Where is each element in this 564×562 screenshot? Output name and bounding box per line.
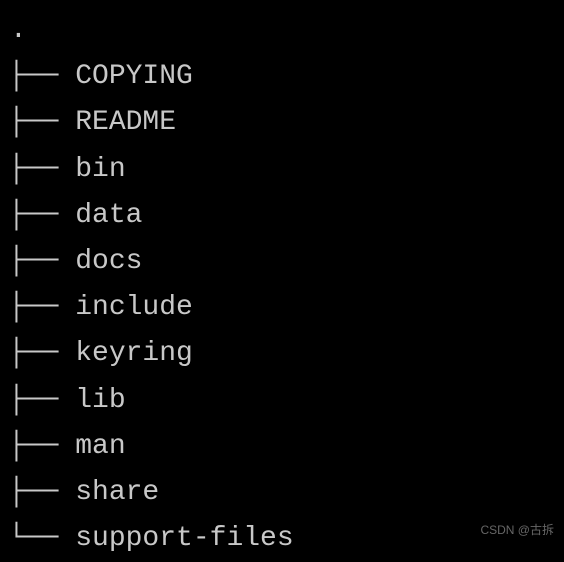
branch-mid-icon: ├── [8, 385, 75, 416]
branch-mid-icon: ├── [8, 338, 75, 369]
branch-mid-icon: ├── [8, 431, 75, 462]
tree-entry: ├── man [8, 424, 564, 470]
entry-name: keyring [75, 338, 193, 369]
entry-name: bin [75, 154, 125, 185]
branch-mid-icon: ├── [8, 107, 75, 138]
entry-name: lib [75, 385, 125, 416]
branch-mid-icon: ├── [8, 200, 75, 231]
tree-entry: ├── data [8, 193, 564, 239]
tree-entry: ├── docs [8, 239, 564, 285]
tree-entry: ├── keyring [8, 331, 564, 377]
branch-mid-icon: ├── [8, 61, 75, 92]
watermark: CSDN @古拆 [480, 521, 554, 538]
entry-name: include [75, 292, 193, 323]
branch-mid-icon: ├── [8, 154, 75, 185]
entry-name: support-files [75, 523, 293, 554]
entry-name: COPYING [75, 61, 193, 92]
tree-entry: ├── README [8, 100, 564, 146]
branch-last-icon: └── [8, 523, 75, 554]
entry-name: share [75, 477, 159, 508]
branch-mid-icon: ├── [8, 292, 75, 323]
entry-name: data [75, 200, 142, 231]
tree-entry: ├── COPYING [8, 54, 564, 100]
tree-entry: ├── lib [8, 378, 564, 424]
entry-name: docs [75, 246, 142, 277]
tree-output: . ├── COPYING├── README├── bin├── data├─… [8, 8, 564, 562]
entry-name: README [75, 107, 176, 138]
branch-mid-icon: ├── [8, 477, 75, 508]
entry-name: man [75, 431, 125, 462]
tree-root-dot: . [8, 8, 564, 54]
tree-entry: ├── share [8, 470, 564, 516]
branch-mid-icon: ├── [8, 246, 75, 277]
tree-entry: ├── include [8, 285, 564, 331]
tree-entries: ├── COPYING├── README├── bin├── data├── … [8, 54, 564, 562]
tree-entry: ├── bin [8, 147, 564, 193]
